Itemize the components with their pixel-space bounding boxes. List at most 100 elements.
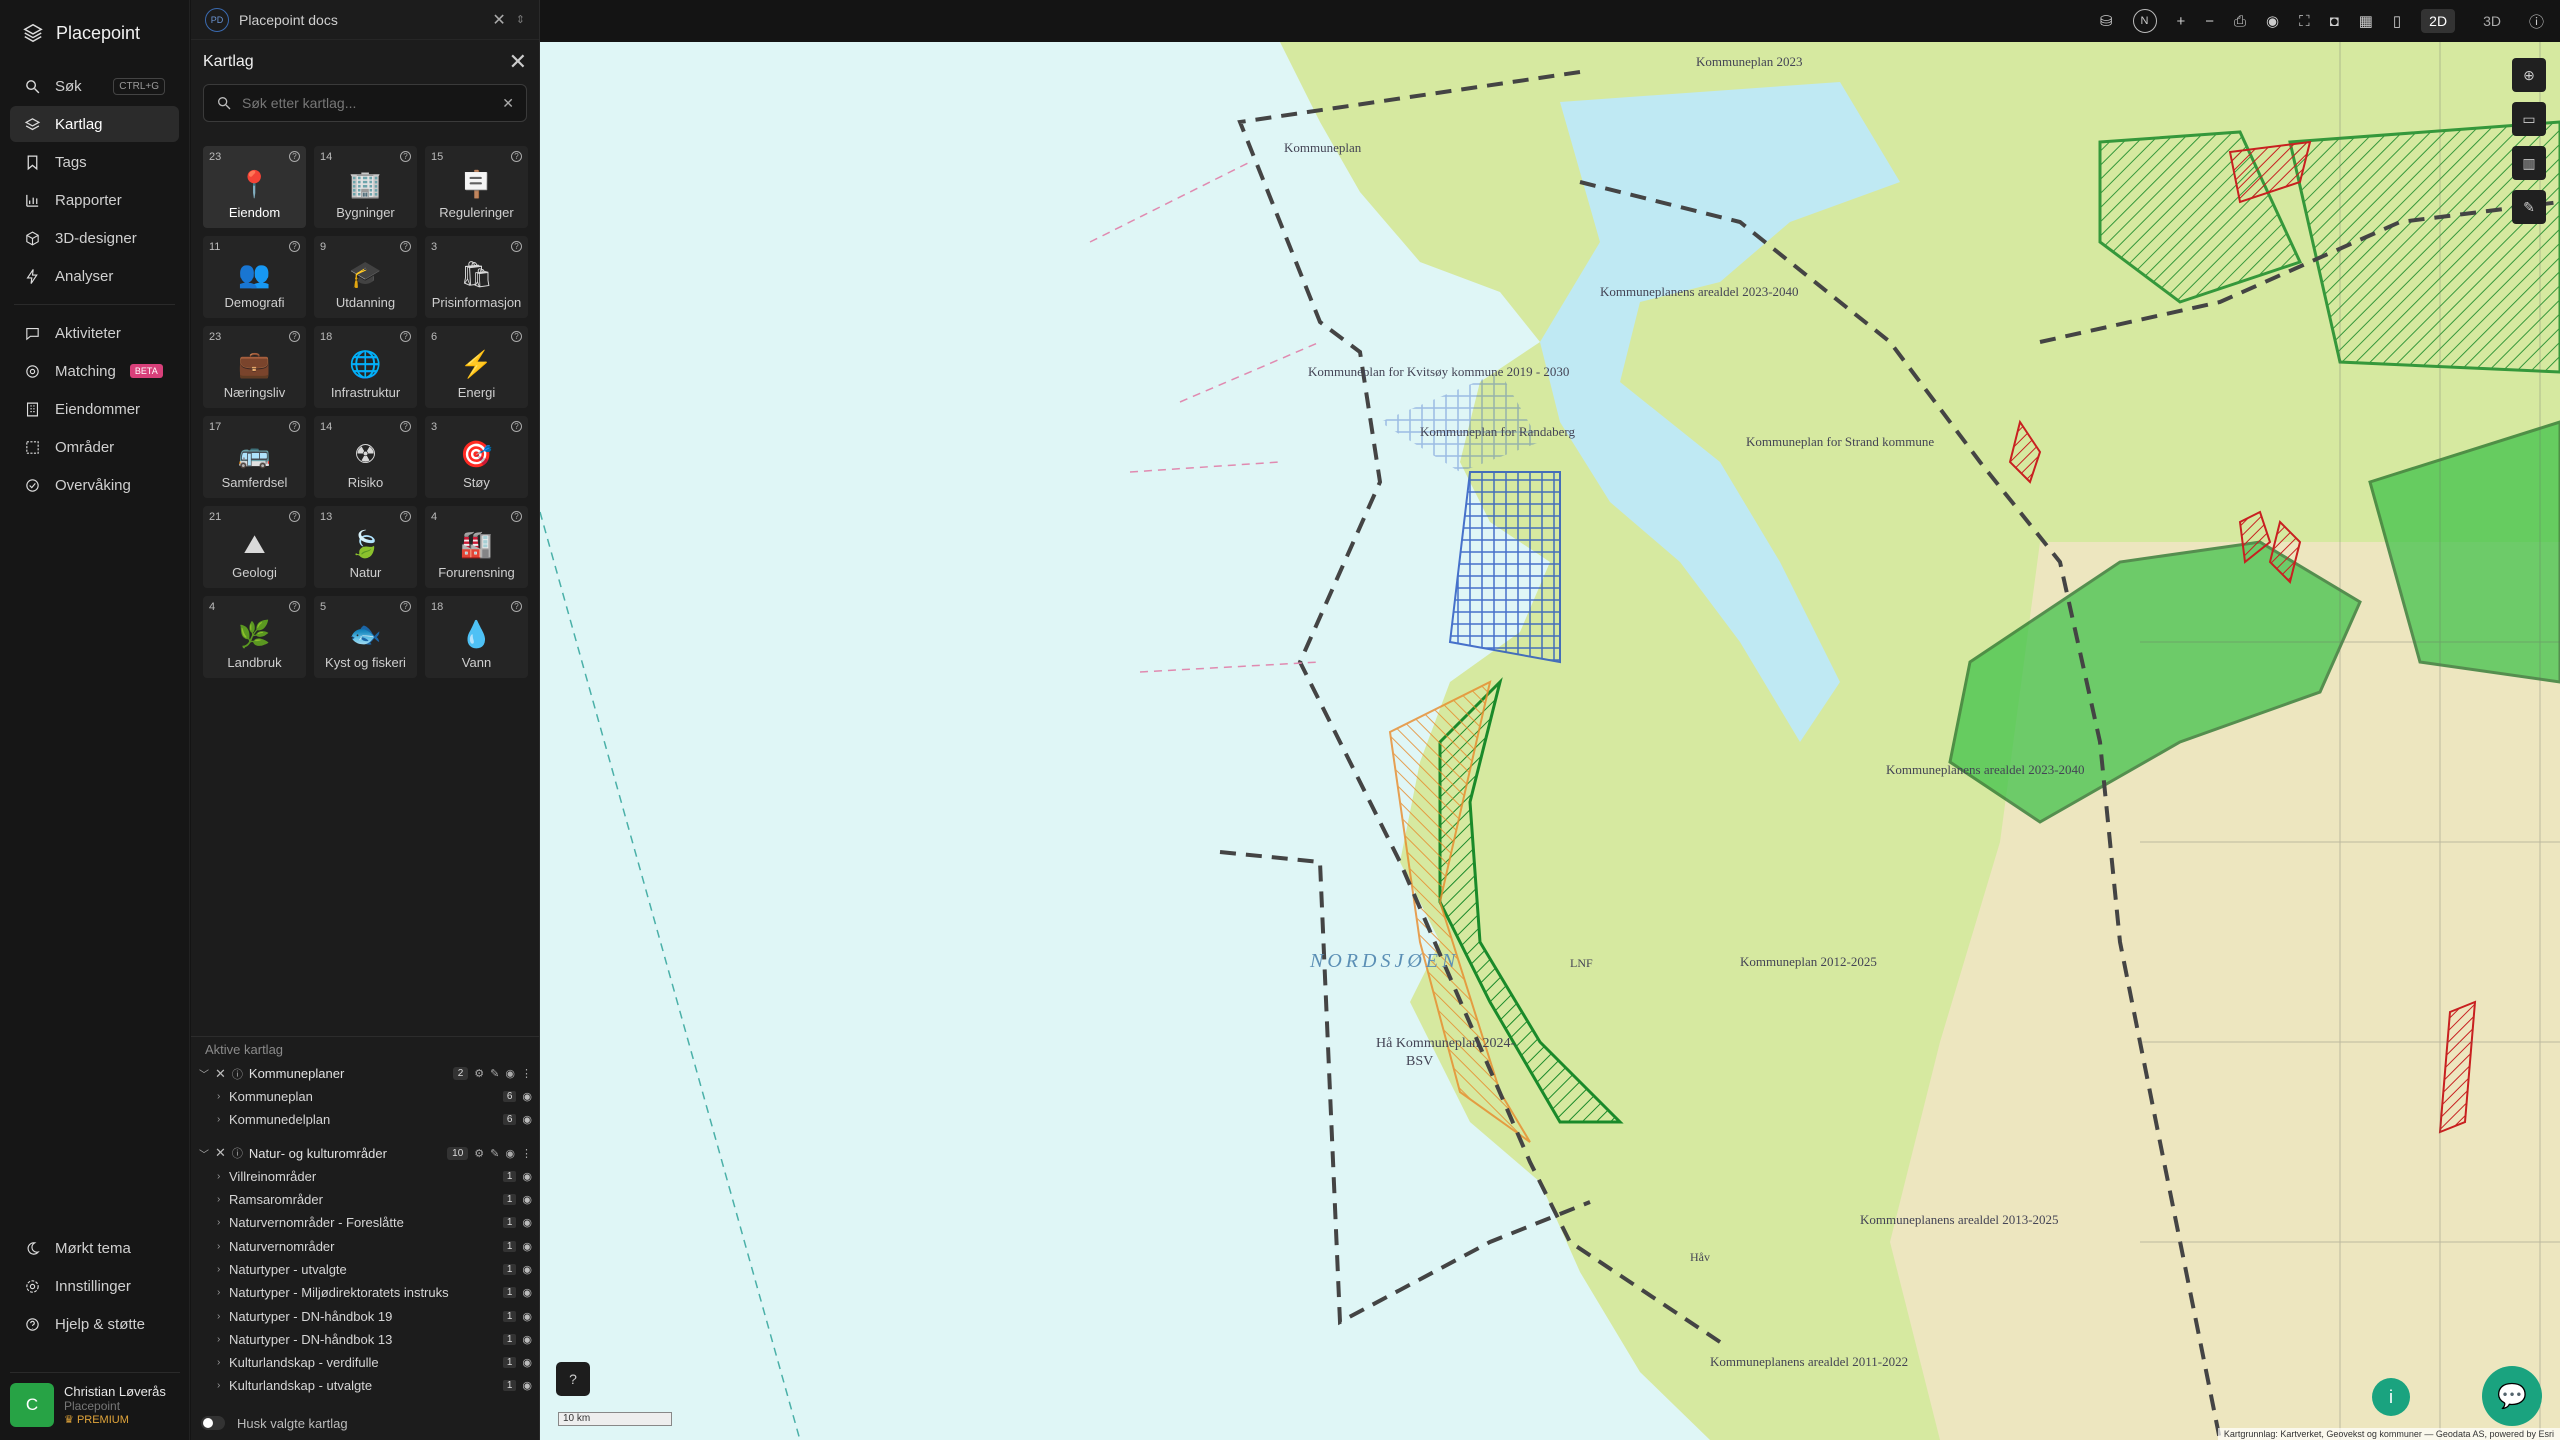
map-help-button[interactable]: ? bbox=[556, 1362, 590, 1396]
info-icon[interactable]: ? bbox=[289, 601, 300, 612]
info-icon[interactable]: ? bbox=[400, 151, 411, 162]
layer-row[interactable]: › Naturtyper - utvalgte 1 ◉ bbox=[191, 1258, 540, 1281]
print-icon[interactable]: ⎙ bbox=[2234, 13, 2246, 30]
eye-icon[interactable]: ◉ bbox=[522, 1263, 532, 1276]
compass-north-button[interactable]: N bbox=[2132, 9, 2157, 33]
info-icon[interactable]: ? bbox=[400, 331, 411, 342]
layer-group[interactable]: ﹀ ✕ ⓘ Natur- og kulturområder 10 ⚙ ✎ ◉ ⋮ bbox=[191, 1142, 540, 1165]
chevron-right-icon[interactable]: › bbox=[217, 1380, 229, 1391]
eye-icon[interactable]: ◉ bbox=[522, 1193, 532, 1206]
nav-item-omrader[interactable]: Områder bbox=[10, 429, 179, 465]
category-tile-landbruk[interactable]: 4? 🌿 Landbruk bbox=[203, 596, 306, 678]
category-tile-vann[interactable]: 18? 💧 Vann bbox=[425, 596, 528, 678]
remember-layers-toggle[interactable] bbox=[201, 1416, 225, 1430]
bookmark-icon[interactable]: ▯ bbox=[2393, 12, 2401, 30]
layer-row[interactable]: › Kulturlandskap - utvalgte 1 ◉ bbox=[191, 1374, 540, 1397]
close-doc-icon[interactable]: ✕ bbox=[492, 10, 505, 30]
chevron-right-icon[interactable]: › bbox=[217, 1194, 229, 1205]
layer-row[interactable]: › Naturtyper - DN-håndbok 13 1 ◉ bbox=[191, 1328, 540, 1351]
eye-icon[interactable]: ◉ bbox=[522, 1333, 532, 1346]
nav-item-rapporter[interactable]: Rapporter bbox=[10, 182, 179, 218]
layer-search-input[interactable] bbox=[242, 95, 493, 111]
layer-row[interactable]: › Naturvernområder - Foreslåtte 1 ◉ bbox=[191, 1211, 540, 1234]
layer-row[interactable]: › Kulturlandskap - verdifulle 1 ◉ bbox=[191, 1351, 540, 1374]
info-icon[interactable]: ? bbox=[289, 241, 300, 252]
nav-item-overvaking[interactable]: Overvåking bbox=[10, 467, 179, 503]
chevron-right-icon[interactable]: › bbox=[217, 1357, 229, 1368]
document-tab[interactable]: PD Placepoint docs ✕ ⇕ bbox=[191, 0, 539, 40]
chevron-down-icon[interactable]: ﹀ bbox=[199, 1146, 209, 1161]
category-tile-forurensning[interactable]: 4? 🏭 Forurensning bbox=[425, 506, 528, 588]
zoom-in-button[interactable]: + bbox=[2177, 13, 2186, 30]
info-icon[interactable]: ⓘ bbox=[232, 1145, 243, 1161]
nav-item-search[interactable]: Søk CTRL+G bbox=[10, 68, 179, 104]
nav-item-eiendommer[interactable]: Eiendommer bbox=[10, 391, 179, 427]
category-tile-samferdsel[interactable]: 17? 🚌 Samferdsel bbox=[203, 416, 306, 498]
chevron-right-icon[interactable]: › bbox=[217, 1217, 229, 1228]
chat-button[interactable]: 💬 bbox=[2482, 1366, 2542, 1426]
category-tile-eiendom[interactable]: 23? 📍 Eiendom bbox=[203, 146, 306, 228]
nav-item-matching[interactable]: Matching BETA bbox=[10, 353, 179, 389]
remove-group-icon[interactable]: ✕ bbox=[215, 1145, 226, 1161]
category-tile-stoy[interactable]: 3? 🎯 Støy bbox=[425, 416, 528, 498]
layer-row[interactable]: › Kommuneplan 6 ◉ bbox=[191, 1085, 540, 1108]
clear-search-icon[interactable]: ✕ bbox=[502, 95, 514, 112]
chevron-right-icon[interactable]: › bbox=[217, 1171, 229, 1182]
info-icon[interactable]: ? bbox=[511, 421, 522, 432]
info-icon[interactable]: ? bbox=[400, 241, 411, 252]
fullscreen-icon[interactable]: ⛶ bbox=[2299, 13, 2310, 30]
mode-3d-button[interactable]: 3D bbox=[2475, 9, 2509, 33]
chevron-right-icon[interactable]: › bbox=[217, 1241, 229, 1252]
eye-icon[interactable]: ◉ bbox=[522, 1170, 532, 1183]
nav-item-kartlag[interactable]: Kartlag bbox=[10, 106, 179, 142]
info-icon[interactable]: ? bbox=[289, 151, 300, 162]
close-panel-icon[interactable]: ✕ bbox=[509, 49, 527, 75]
mode-2d-button[interactable]: 2D bbox=[2421, 9, 2456, 33]
category-tile-prisinformasjon[interactable]: 3? 🛍 Prisinformasjon bbox=[425, 236, 528, 318]
eye-icon[interactable]: ◉ bbox=[522, 1310, 532, 1323]
more-vertical-icon[interactable]: ⋮ bbox=[521, 1147, 532, 1160]
category-tile-risiko[interactable]: 14? ☢ Risiko bbox=[314, 416, 417, 498]
info-icon[interactable]: ⓘ bbox=[232, 1066, 243, 1082]
category-tile-kyst-og-fiskeri[interactable]: 5? 🐟 Kyst og fiskeri bbox=[314, 596, 417, 678]
category-tile-energi[interactable]: 6? ⚡ Energi bbox=[425, 326, 528, 408]
layer-row[interactable]: › Naturvernområder 1 ◉ bbox=[191, 1234, 540, 1257]
zoom-out-button[interactable]: − bbox=[2205, 13, 2214, 30]
nav-item-dark-theme[interactable]: Mørkt tema bbox=[10, 1230, 180, 1266]
chevron-right-icon[interactable]: › bbox=[217, 1091, 229, 1102]
remove-group-icon[interactable]: ✕ bbox=[215, 1066, 226, 1082]
layer-row[interactable]: › Ramsarområder 1 ◉ bbox=[191, 1188, 540, 1211]
filter-icon[interactable]: ⚙ bbox=[474, 1147, 484, 1160]
camera-icon[interactable]: ◘ bbox=[2330, 13, 2339, 30]
info-icon[interactable]: ? bbox=[511, 241, 522, 252]
category-tile-natur[interactable]: 13? 🍃 Natur bbox=[314, 506, 417, 588]
layer-group[interactable]: ﹀ ✕ ⓘ Kommuneplaner 2 ⚙ ✎ ◉ ⋮ bbox=[191, 1062, 540, 1085]
eye-icon[interactable]: ◉ bbox=[522, 1216, 532, 1229]
eye-icon[interactable]: ◉ bbox=[522, 1113, 532, 1126]
chevron-right-icon[interactable]: › bbox=[217, 1114, 229, 1125]
identify-tool-button[interactable]: ⊕ bbox=[2512, 58, 2546, 92]
measure-tool-button[interactable]: ▭ bbox=[2512, 102, 2546, 136]
layer-row[interactable]: › Naturtyper - Miljødirektoratets instruk… bbox=[191, 1281, 540, 1304]
eye-icon[interactable]: ◉ bbox=[522, 1286, 532, 1299]
nav-item-help[interactable]: Hjelp & støtte bbox=[10, 1306, 180, 1342]
info-icon[interactable]: ? bbox=[511, 331, 522, 342]
info-icon[interactable]: ⓘ bbox=[2529, 11, 2544, 32]
info-button[interactable]: i bbox=[2372, 1378, 2410, 1416]
eye-icon[interactable]: ◉ bbox=[2266, 12, 2279, 30]
info-icon[interactable]: ? bbox=[511, 511, 522, 522]
eye-icon[interactable]: ◉ bbox=[505, 1147, 515, 1160]
stats-tool-button[interactable]: ▥ bbox=[2512, 146, 2546, 180]
layers-stack-icon[interactable]: ⛁ bbox=[2100, 12, 2113, 30]
nav-item-tags[interactable]: Tags bbox=[10, 144, 179, 180]
eye-icon[interactable]: ◉ bbox=[505, 1067, 515, 1080]
chevron-right-icon[interactable]: › bbox=[217, 1334, 229, 1345]
draw-tool-button[interactable]: ✎ bbox=[2512, 190, 2546, 224]
more-vertical-icon[interactable]: ⋮ bbox=[521, 1067, 532, 1080]
nav-item-aktiviteter[interactable]: Aktiviteter bbox=[10, 315, 179, 351]
edit-icon[interactable]: ✎ bbox=[490, 1067, 499, 1080]
layer-row[interactable]: › Villreinområder 1 ◉ bbox=[191, 1165, 540, 1188]
user-profile[interactable]: C Christian Løverås Placepoint ♛ PREMIUM bbox=[10, 1372, 180, 1427]
category-tile-infrastruktur[interactable]: 18? 🌐 Infrastruktur bbox=[314, 326, 417, 408]
layer-row[interactable]: › Naturtyper - DN-håndbok 19 1 ◉ bbox=[191, 1304, 540, 1327]
